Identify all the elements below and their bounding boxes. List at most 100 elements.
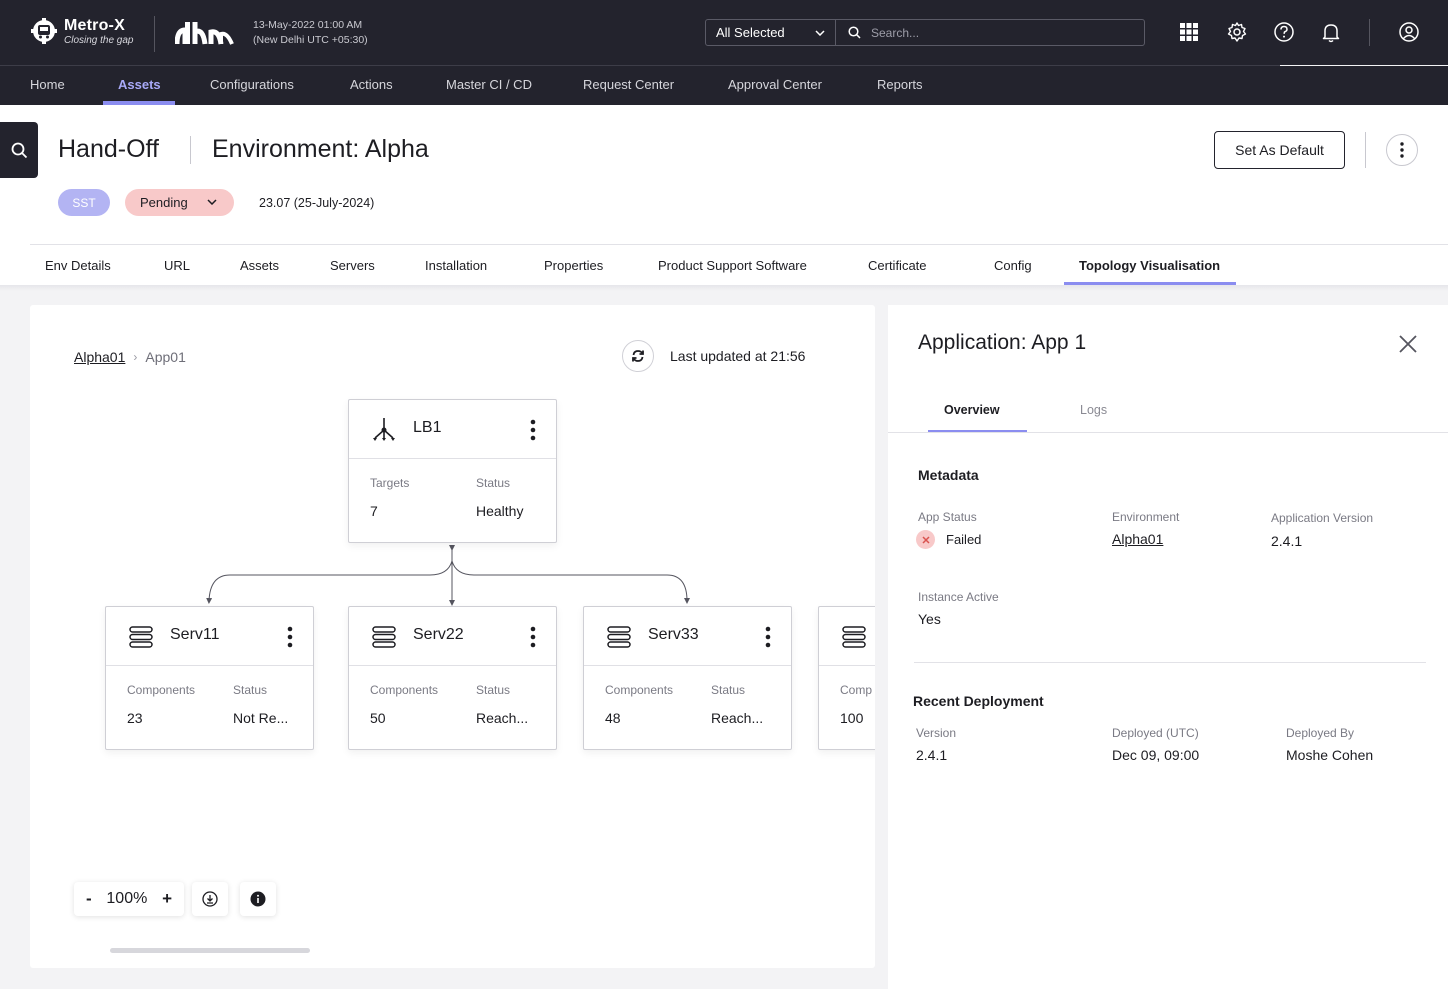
app-logo[interactable]: Metro-X Closing the gap: [29, 16, 134, 46]
scope-select-value: All Selected: [716, 25, 785, 40]
app-status-value: Failed: [946, 532, 982, 547]
tab-certificate[interactable]: Certificate: [868, 258, 927, 273]
download-icon: [202, 891, 218, 907]
node-header: [819, 607, 875, 666]
node-header: Serv33: [584, 607, 791, 666]
node-name: Serv33: [648, 626, 699, 643]
chevron-down-icon: [815, 29, 825, 36]
search-input[interactable]: Search...: [836, 26, 919, 40]
gear-icon[interactable]: [1226, 21, 1248, 43]
tab-assets[interactable]: Assets: [240, 258, 279, 273]
nav-item-reports[interactable]: Reports: [877, 77, 923, 92]
application-version-label: Application Version: [1271, 511, 1374, 525]
tab-installation[interactable]: Installation: [425, 258, 487, 273]
node-header: Serv11: [106, 607, 313, 666]
node-name: Serv11: [170, 626, 220, 643]
global-search: All Selected Search...: [705, 19, 1145, 46]
zoom-in-button[interactable]: +: [162, 889, 172, 909]
search-icon: [848, 26, 861, 39]
tab-url[interactable]: URL: [164, 258, 190, 273]
nav-item-configurations[interactable]: Configurations: [210, 77, 294, 92]
lb-node[interactable]: LB1 Targets Status 7 Healthy: [348, 399, 557, 543]
download-button[interactable]: [192, 882, 228, 916]
node-name: LB1: [413, 419, 442, 436]
info-icon: [250, 891, 266, 907]
node-value-components: 50: [370, 710, 386, 726]
status-dropdown[interactable]: Pending: [125, 189, 234, 216]
node-label-components: Components: [605, 683, 674, 697]
tab-topology-visualisation[interactable]: Topology Visualisation: [1079, 258, 1220, 273]
search-placeholder: Search...: [871, 25, 920, 40]
kebab-icon[interactable]: [287, 626, 293, 648]
datetime-line-1: 13-May-2022 01:00 AM: [253, 19, 363, 31]
bell-icon[interactable]: [1320, 21, 1342, 43]
deployed-by-value: Moshe Cohen: [1286, 747, 1374, 763]
recent-deployment-heading: Recent Deployment: [913, 693, 1044, 709]
user-icon[interactable]: [1398, 21, 1420, 43]
nav-item-request-center[interactable]: Request Center: [583, 77, 674, 92]
page-title: Hand-Off: [58, 135, 159, 163]
environment-label: Environment: [1112, 510, 1180, 524]
node-value-components: 23: [127, 710, 143, 726]
deployed-by-label: Deployed By: [1286, 726, 1355, 740]
nav-item-home[interactable]: Home: [30, 77, 65, 92]
nav-item-assets[interactable]: Assets: [118, 77, 161, 92]
instance-active-label: Instance Active: [918, 590, 999, 604]
main-nav: Home Assets Configurations Actions Maste…: [0, 66, 1448, 105]
node-header: Serv22: [349, 607, 556, 666]
top-bar: Metro-X Closing the gap 13-May-2022 01:0…: [0, 0, 1448, 65]
zoom-level: 100%: [106, 890, 148, 907]
tab-env-details[interactable]: Env Details: [45, 258, 111, 273]
node-value-status: Not Re...: [233, 710, 289, 726]
help-icon[interactable]: [1273, 21, 1295, 43]
details-panel: Application: App 1 Overview Logs Metadat…: [888, 305, 1448, 989]
grid-icon[interactable]: [1178, 21, 1200, 43]
nav-item-master-ci-cd[interactable]: Master CI / CD: [446, 77, 532, 92]
server-node[interactable]: Comp 100: [818, 606, 875, 750]
nav-item-approval-center[interactable]: Approval Center: [728, 77, 822, 92]
environment-link[interactable]: Alpha01: [1112, 531, 1163, 547]
node-value-status: Reach...: [711, 710, 764, 726]
kebab-icon: [1400, 142, 1404, 158]
server-node[interactable]: Serv22 Components Status 50 Reach...: [348, 606, 557, 750]
info-button[interactable]: [240, 882, 276, 916]
version-label: 23.07 (25-July-2024): [259, 196, 375, 210]
node-label-status: Status: [711, 683, 746, 697]
metadata-heading: Metadata: [918, 467, 979, 483]
logo-divider: [154, 16, 155, 52]
close-icon[interactable]: [1398, 334, 1418, 354]
zoom-control: - 100% +: [74, 882, 184, 916]
set-as-default-button[interactable]: Set As Default: [1214, 131, 1345, 169]
side-search-button[interactable]: [0, 122, 38, 178]
tab-properties[interactable]: Properties: [544, 258, 603, 273]
kebab-icon[interactable]: [530, 419, 536, 441]
kebab-icon[interactable]: [765, 626, 771, 648]
server-node[interactable]: Serv11 Components Status 23 Not Re...: [105, 606, 314, 750]
zoom-out-button[interactable]: -: [86, 889, 92, 909]
details-tab-border: [888, 432, 1448, 433]
server-icon: [129, 626, 153, 648]
node-value-status: Healthy: [476, 503, 524, 519]
metro-x-logo-icon: [31, 18, 57, 44]
tab-servers[interactable]: Servers: [330, 258, 375, 273]
tab-config[interactable]: Config: [994, 258, 1032, 273]
scope-select[interactable]: All Selected: [706, 20, 836, 45]
node-name: Serv22: [413, 626, 464, 643]
environment-title: Environment: Alpha: [212, 135, 429, 163]
app-status-label: App Status: [918, 510, 977, 524]
instance-active-value: Yes: [918, 611, 941, 627]
version-label: Version: [916, 726, 957, 740]
server-node[interactable]: Serv33 Components Status 48 Reach...: [583, 606, 792, 750]
section-divider: [914, 662, 1426, 663]
more-options-button[interactable]: [1386, 134, 1418, 166]
title-divider: [190, 136, 191, 164]
nav-item-actions[interactable]: Actions: [350, 77, 393, 92]
kebab-icon[interactable]: [530, 626, 536, 648]
app-name: Metro-X: [64, 16, 125, 34]
icons-divider: [1369, 19, 1370, 46]
tab-logs[interactable]: Logs: [1080, 403, 1107, 417]
topology-canvas[interactable]: Alpha01 › App01 Last updated at 21:56 LB…: [30, 305, 875, 968]
horizontal-scrollbar[interactable]: [110, 948, 310, 953]
tab-product-support-software[interactable]: Product Support Software: [658, 258, 807, 273]
tab-overview[interactable]: Overview: [944, 403, 1000, 417]
